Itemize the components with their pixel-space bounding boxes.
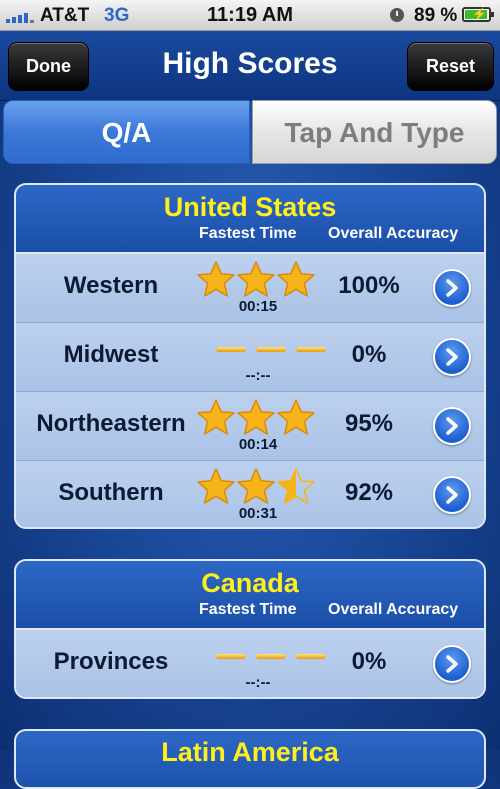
star-icon	[277, 261, 315, 297]
chevron-right-icon[interactable]	[433, 645, 471, 683]
score-row[interactable]: Northeastern 00:14 95%	[16, 392, 484, 461]
reset-button[interactable]: Reset	[407, 42, 494, 91]
chevron-right-icon[interactable]	[433, 269, 471, 307]
accuracy-value: 92%	[344, 479, 394, 506]
fastest-time: 00:31	[238, 505, 278, 522]
score-row[interactable]: Midwest --:-- 0%	[16, 323, 484, 392]
section-title: United States	[163, 192, 337, 222]
accuracy-value: 95%	[344, 410, 394, 437]
fastest-time-header: Fastest Time	[199, 601, 297, 618]
overall-accuracy-header: Overall Accuracy	[328, 225, 459, 242]
section-united-states: United States Fastest Time Overall Accur…	[14, 183, 486, 529]
score-row[interactable]: Southern 00:31 92%	[16, 461, 484, 527]
region-name: Northeastern	[36, 410, 186, 437]
section-header: Latin America	[16, 731, 484, 787]
star-rating	[196, 329, 326, 369]
empty-star-dash	[256, 654, 286, 659]
chevron-right-icon[interactable]	[433, 476, 471, 514]
status-bar: AT&T 3G 11:19 AM 89 % ⚡	[0, 0, 500, 31]
fastest-time: 00:15	[238, 298, 278, 315]
star-icon	[237, 261, 275, 297]
star-icon	[237, 399, 275, 435]
region-name: Provinces	[53, 648, 169, 675]
chevron-right-icon[interactable]	[433, 407, 471, 445]
tab-qa[interactable]: Q/A	[3, 100, 250, 164]
region-name: Western	[63, 272, 159, 299]
star-icon	[197, 399, 235, 435]
score-row[interactable]: Provinces --:-- 0%	[16, 630, 484, 697]
empty-star-dash	[216, 654, 246, 659]
half-star-icon	[277, 468, 315, 504]
section-title: Latin America	[161, 737, 339, 767]
fastest-time-header: Fastest Time	[199, 225, 297, 242]
section-title: Canada	[201, 568, 299, 598]
section-header: United States Fastest Time Overall Accur…	[16, 185, 484, 254]
fastest-time: --:--	[245, 674, 271, 691]
overall-accuracy-header: Overall Accuracy	[328, 601, 459, 618]
empty-star-dash	[216, 347, 246, 352]
star-rating	[196, 260, 316, 300]
star-rating	[196, 398, 316, 438]
region-name: Southern	[58, 479, 164, 506]
clock-icon	[390, 8, 404, 22]
battery-icon: ⚡	[462, 7, 494, 22]
star-icon	[197, 468, 235, 504]
accuracy-value: 100%	[338, 272, 400, 299]
mode-segmented-control: Q/A Tap And Type	[3, 100, 497, 165]
star-rating	[196, 467, 316, 507]
section-canada: Canada Fastest Time Overall Accuracy Pro…	[14, 559, 486, 699]
star-icon	[277, 399, 315, 435]
accuracy-value: 0%	[351, 648, 387, 675]
empty-star-dash	[256, 347, 286, 352]
star-icon	[197, 261, 235, 297]
chevron-right-icon[interactable]	[433, 338, 471, 376]
section-header: Canada Fastest Time Overall Accuracy	[16, 561, 484, 630]
score-row[interactable]: Western 00:15 100%	[16, 254, 484, 323]
fastest-time: --:--	[245, 367, 271, 384]
tab-tap-and-type[interactable]: Tap And Type	[252, 100, 497, 164]
section-latin-america: Latin America	[14, 729, 486, 789]
battery-percent: 89 %	[414, 5, 458, 26]
region-name: Midwest	[63, 341, 159, 368]
accuracy-value: 0%	[351, 341, 387, 368]
navigation-bar: Done High Scores Reset	[0, 31, 500, 101]
star-icon	[237, 468, 275, 504]
fastest-time: 00:14	[238, 436, 278, 453]
star-rating	[196, 636, 326, 676]
